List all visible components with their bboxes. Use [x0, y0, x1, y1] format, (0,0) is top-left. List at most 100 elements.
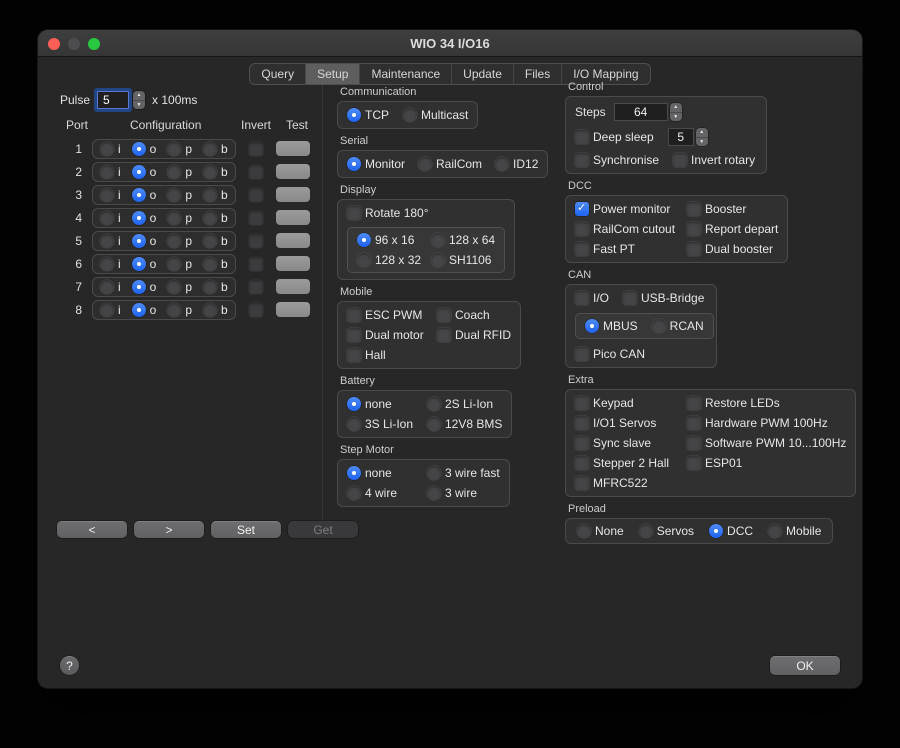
port-config-i[interactable]: i [100, 257, 121, 271]
check-io1-servos[interactable]: I/O1 Servos [575, 416, 677, 430]
port-config-i[interactable]: i [100, 211, 121, 225]
tab-maintenance[interactable]: Maintenance [360, 64, 452, 84]
deep-sleep-checkbox[interactable]: Deep sleep [575, 130, 654, 144]
check-software-pwm[interactable]: Software PWM 10...100Hz [687, 436, 846, 450]
port-config-b[interactable]: b [203, 211, 228, 225]
invert-checkbox[interactable] [249, 211, 263, 225]
port-config-b[interactable]: b [203, 188, 228, 202]
radio-tcp[interactable]: TCP [347, 108, 389, 122]
check-fast-pt[interactable]: Fast PT [575, 242, 677, 256]
port-config-p[interactable]: p [167, 142, 192, 156]
port-config-o[interactable]: o [132, 165, 157, 179]
invert-checkbox[interactable] [249, 165, 263, 179]
check-usb-bridge[interactable]: USB-Bridge [623, 291, 704, 305]
steps-input[interactable]: 64 [614, 103, 668, 121]
check-dual-rfid[interactable]: Dual RFID [437, 328, 511, 342]
set-button[interactable]: Set [211, 521, 281, 538]
port-config-i[interactable]: i [100, 280, 121, 294]
radio-2s-liion[interactable]: 2S Li-Ion [427, 397, 502, 411]
port-config-p[interactable]: p [167, 188, 192, 202]
check-io[interactable]: I/O [575, 291, 609, 305]
test-button[interactable] [276, 233, 310, 248]
stepper-up-icon[interactable]: ▲ [670, 103, 682, 112]
port-config-p[interactable]: p [167, 165, 192, 179]
radio-step-none[interactable]: none [347, 466, 417, 480]
ok-button[interactable]: OK [770, 656, 840, 675]
port-config-p[interactable]: p [167, 280, 192, 294]
port-config-p[interactable]: p [167, 257, 192, 271]
test-button[interactable] [276, 210, 310, 225]
radio-sh1106[interactable]: SH1106 [431, 253, 495, 267]
synchronise-checkbox[interactable]: Synchronise [575, 153, 659, 167]
invert-checkbox[interactable] [249, 257, 263, 271]
radio-rcan[interactable]: RCAN [652, 319, 704, 333]
port-config-b[interactable]: b [203, 165, 228, 179]
check-restore-leds[interactable]: Restore LEDs [687, 396, 846, 410]
close-button[interactable] [48, 38, 60, 50]
check-esp01[interactable]: ESP01 [687, 456, 846, 470]
test-button[interactable] [276, 164, 310, 179]
port-config-b[interactable]: b [203, 257, 228, 271]
tab-setup[interactable]: Setup [306, 64, 360, 84]
radio-preload-dcc[interactable]: DCC [709, 524, 753, 538]
tab-query[interactable]: Query [250, 64, 306, 84]
radio-railcom[interactable]: RailCom [418, 157, 482, 171]
radio-mbus[interactable]: MBUS [585, 319, 638, 333]
radio-12v8-bms[interactable]: 12V8 BMS [427, 417, 502, 431]
check-pico-can[interactable]: Pico CAN [575, 347, 707, 361]
help-button[interactable]: ? [60, 656, 79, 675]
radio-preload-none[interactable]: None [577, 524, 624, 538]
stepper-down-icon[interactable]: ▼ [696, 137, 708, 147]
port-config-p[interactable]: p [167, 211, 192, 225]
prev-button[interactable]: < [57, 521, 127, 538]
port-config-b[interactable]: b [203, 142, 228, 156]
check-stepper-2-hall[interactable]: Stepper 2 Hall [575, 456, 677, 470]
get-button[interactable]: Get [288, 521, 358, 538]
radio-id12[interactable]: ID12 [495, 157, 538, 171]
check-coach[interactable]: Coach [437, 308, 511, 322]
radio-monitor[interactable]: Monitor [347, 157, 405, 171]
port-config-o[interactable]: o [132, 188, 157, 202]
minimize-button[interactable] [68, 38, 80, 50]
invert-checkbox[interactable] [249, 188, 263, 202]
check-report-depart[interactable]: Report depart [687, 222, 778, 236]
radio-96x16[interactable]: 96 x 16 [357, 233, 421, 247]
check-sync-slave[interactable]: Sync slave [575, 436, 677, 450]
radio-preload-mobile[interactable]: Mobile [768, 524, 821, 538]
stepper-down-icon[interactable]: ▼ [133, 100, 145, 110]
invert-checkbox[interactable] [249, 303, 263, 317]
stepper-up-icon[interactable]: ▲ [133, 91, 145, 100]
radio-preload-servos[interactable]: Servos [639, 524, 694, 538]
port-config-o[interactable]: o [132, 211, 157, 225]
radio-battery-none[interactable]: none [347, 397, 417, 411]
port-config-o[interactable]: o [132, 142, 157, 156]
test-button[interactable] [276, 256, 310, 271]
port-config-i[interactable]: i [100, 234, 121, 248]
invert-checkbox[interactable] [249, 142, 263, 156]
port-config-i[interactable]: i [100, 303, 121, 317]
port-config-b[interactable]: b [203, 303, 228, 317]
check-esc-pwm[interactable]: ESC PWM [347, 308, 427, 322]
check-booster[interactable]: Booster [687, 202, 778, 216]
radio-multicast[interactable]: Multicast [403, 108, 468, 122]
check-hall[interactable]: Hall [347, 348, 427, 362]
next-button[interactable]: > [134, 521, 204, 538]
test-button[interactable] [276, 187, 310, 202]
check-power-monitor[interactable]: Power monitor [575, 202, 677, 216]
port-config-b[interactable]: b [203, 234, 228, 248]
rotate-180-checkbox[interactable]: Rotate 180° [347, 206, 505, 220]
invert-checkbox[interactable] [249, 280, 263, 294]
test-button[interactable] [276, 141, 310, 156]
tab-files[interactable]: Files [514, 64, 562, 84]
radio-3s-liion[interactable]: 3S Li-Ion [347, 417, 417, 431]
test-button[interactable] [276, 279, 310, 294]
port-config-o[interactable]: o [132, 234, 157, 248]
check-dual-booster[interactable]: Dual booster [687, 242, 778, 256]
radio-3-wire-fast[interactable]: 3 wire fast [427, 466, 500, 480]
check-dual-motor[interactable]: Dual motor [347, 328, 427, 342]
check-hardware-pwm[interactable]: Hardware PWM 100Hz [687, 416, 846, 430]
radio-128x64[interactable]: 128 x 64 [431, 233, 495, 247]
port-config-o[interactable]: o [132, 303, 157, 317]
port-config-i[interactable]: i [100, 165, 121, 179]
invert-rotary-checkbox[interactable]: Invert rotary [673, 153, 755, 167]
